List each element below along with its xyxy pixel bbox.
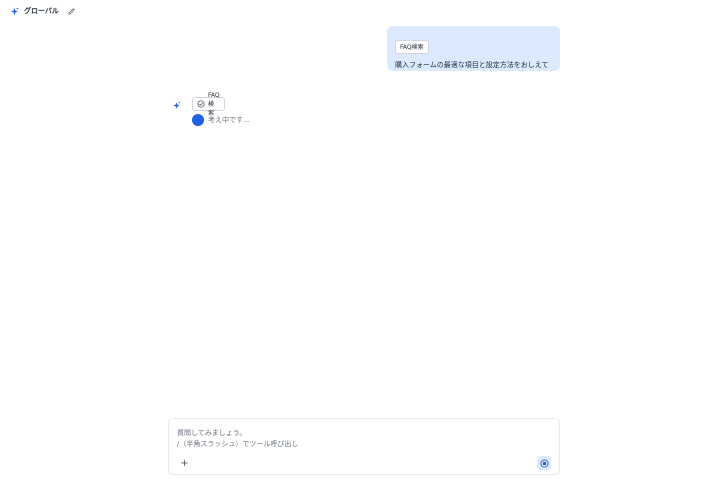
sparkle-icon: [172, 95, 181, 114]
header: グローバル: [10, 4, 76, 18]
stop-icon: [539, 458, 549, 468]
message-composer[interactable]: 質問してみましょう。 /（半角スラッシュ）でツール呼び出し +: [168, 418, 560, 475]
placeholder-line-2: /（半角スラッシュ）でツール呼び出し: [177, 440, 299, 448]
user-tool-chip: FAQ検索: [395, 39, 429, 54]
pencil-icon[interactable]: [67, 7, 76, 16]
sparkle-icon: [10, 6, 19, 16]
thinking-dot: [192, 114, 204, 126]
composer-placeholder[interactable]: 質問してみましょう。 /（半角スラッシュ）でツール呼び出し: [177, 428, 298, 450]
stop-button[interactable]: [537, 456, 551, 470]
plus-icon: +: [180, 458, 189, 469]
thinking-indicator: 考え中です…: [192, 114, 250, 126]
tool-chip-label: FAQ検索: [208, 91, 220, 117]
assistant-tool-chip: FAQ検索: [192, 92, 225, 117]
add-button[interactable]: +: [178, 457, 191, 470]
check-circle-icon: [197, 100, 205, 108]
user-message-text: 購入フォームの最適な項目と設定方法をおしえて: [395, 60, 549, 69]
page-title: グローバル: [24, 7, 59, 15]
tool-chip-label: FAQ検索: [400, 44, 424, 51]
placeholder-line-1: 質問してみましょう。: [177, 429, 247, 437]
user-message-bubble: FAQ検索 購入フォームの最適な項目と設定方法をおしえて: [387, 26, 560, 71]
thinking-status-text: 考え中です…: [208, 116, 250, 124]
assistant-avatar: [170, 98, 183, 111]
